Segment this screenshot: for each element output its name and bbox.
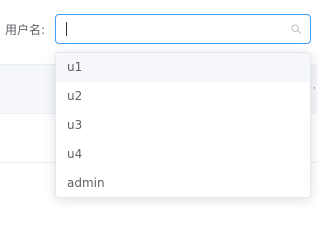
suggestion-item[interactable]: u4 bbox=[56, 140, 310, 169]
username-form-row: 用户名: bbox=[0, 14, 54, 44]
text-caret bbox=[66, 22, 67, 36]
username-label: 用户名: bbox=[5, 22, 46, 37]
suggestion-item[interactable]: admin bbox=[56, 169, 310, 197]
suggestion-item[interactable]: u2 bbox=[56, 82, 310, 111]
username-input[interactable] bbox=[56, 15, 286, 43]
suggestion-item[interactable]: u1 bbox=[56, 53, 310, 82]
username-autocomplete[interactable] bbox=[55, 14, 311, 44]
page: · 用户名: u1 u2 u3 u4 admin bbox=[0, 0, 317, 203]
suggestion-list: u1 u2 u3 u4 admin bbox=[56, 53, 310, 197]
column-edge-marker: · bbox=[313, 84, 316, 94]
suggestion-item[interactable]: u3 bbox=[56, 111, 310, 140]
suggestion-dropdown: u1 u2 u3 u4 admin bbox=[55, 52, 311, 198]
search-icon[interactable] bbox=[291, 24, 301, 34]
